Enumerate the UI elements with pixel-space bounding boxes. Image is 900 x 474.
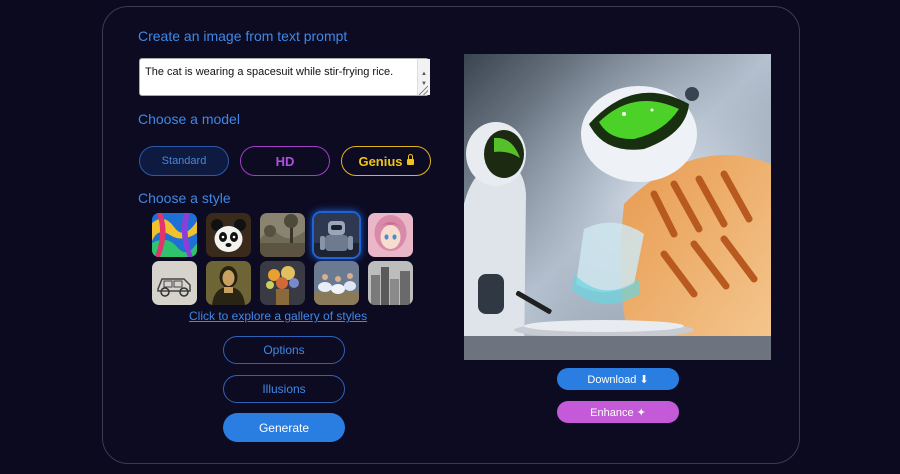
- panda-icon: [206, 213, 251, 257]
- style-thumb-landscape[interactable]: [260, 213, 305, 257]
- style-heading: Choose a style: [138, 190, 231, 206]
- style-thumb-flowers[interactable]: [260, 261, 305, 305]
- style-thumb-city-sketch[interactable]: [368, 261, 413, 305]
- generate-button[interactable]: Generate: [223, 413, 345, 442]
- scroll-up-icon[interactable]: ▲: [418, 69, 430, 79]
- robot-character-icon: [314, 213, 359, 257]
- download-label: Download ⬇: [587, 373, 649, 386]
- flower-bouquet-icon: [260, 261, 305, 305]
- illusions-label: Illusions: [262, 382, 306, 396]
- mona-lisa-icon: [206, 261, 251, 305]
- generated-image: [464, 54, 771, 360]
- cat-astronaut-image: [464, 54, 771, 360]
- options-button[interactable]: Options: [223, 336, 345, 364]
- illusions-button[interactable]: Illusions: [223, 375, 345, 403]
- abstract-colorful-paint-icon: [152, 213, 197, 257]
- style-thumb-dancers[interactable]: [314, 261, 359, 305]
- model-hd-button[interactable]: HD: [240, 146, 330, 176]
- generate-label: Generate: [258, 420, 310, 435]
- options-label: Options: [263, 343, 305, 357]
- model-heading: Choose a model: [138, 111, 240, 127]
- style-thumb-robot[interactable]: [314, 213, 359, 257]
- dancers-icon: [314, 261, 359, 305]
- style-grid: [152, 213, 413, 305]
- style-thumb-panda[interactable]: [206, 213, 251, 257]
- prompt-textarea[interactable]: The cat is wearing a spacesuit while sti…: [139, 58, 429, 96]
- enhance-button[interactable]: Enhance ✦: [557, 401, 679, 423]
- model-genius-button[interactable]: Genius: [341, 146, 431, 176]
- style-thumb-abstract[interactable]: [152, 213, 197, 257]
- model-hd-label: HD: [275, 153, 295, 169]
- enhance-label: Enhance ✦: [590, 406, 646, 419]
- lock-icon: [406, 154, 414, 165]
- style-thumb-anime[interactable]: [368, 213, 413, 257]
- gallery-link[interactable]: Click to explore a gallery of styles: [189, 309, 367, 323]
- landscape-painting-icon: [260, 213, 305, 257]
- sketch-city-icon: [368, 261, 413, 305]
- model-standard-label: Standard: [161, 155, 207, 167]
- resize-grip-icon[interactable]: [419, 86, 428, 95]
- model-standard-button[interactable]: Standard: [139, 146, 229, 176]
- style-thumb-mona-lisa[interactable]: [206, 261, 251, 305]
- style-thumb-car-sketch[interactable]: [152, 261, 197, 305]
- sketch-car-icon: [152, 261, 197, 305]
- model-genius-label: Genius: [358, 153, 403, 169]
- download-button[interactable]: Download ⬇: [557, 368, 679, 390]
- anime-girl-icon: [368, 213, 413, 257]
- create-heading: Create an image from text prompt: [138, 28, 348, 44]
